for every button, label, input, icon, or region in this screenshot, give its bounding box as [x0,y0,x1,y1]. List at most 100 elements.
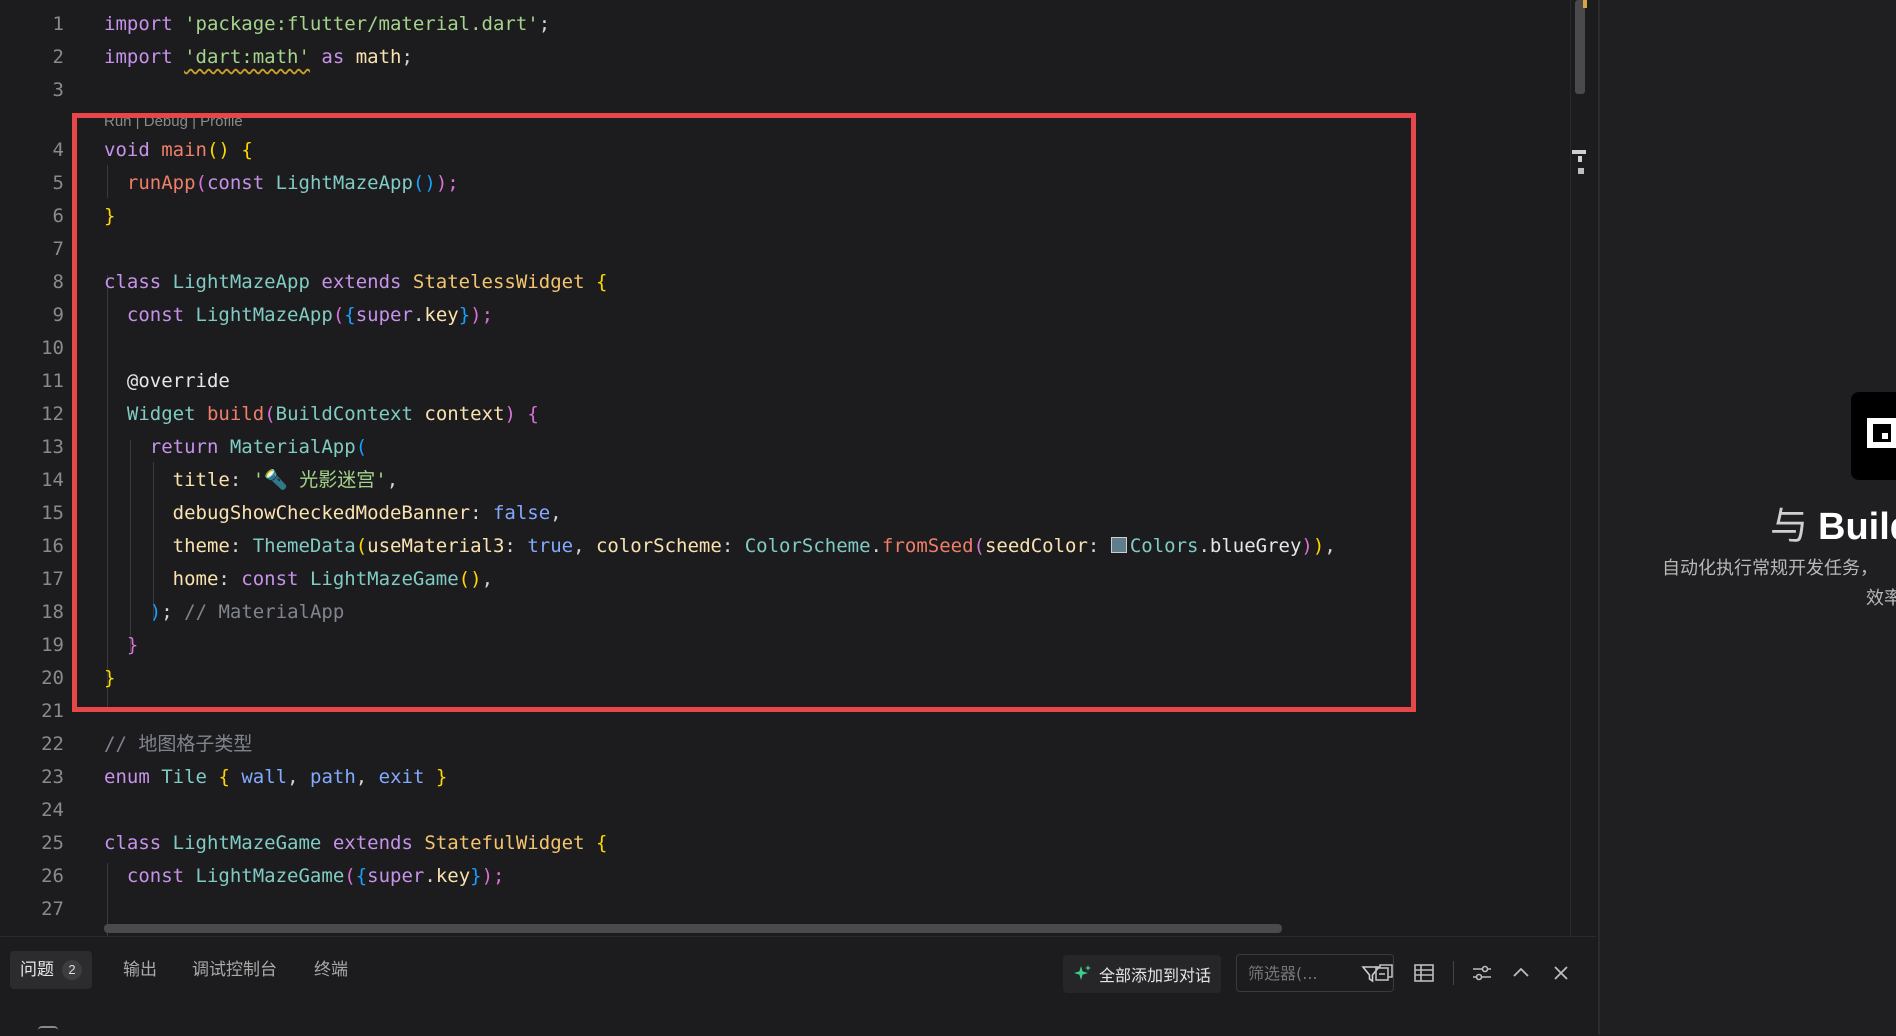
code-text[interactable]: home: const LightMazeGame(), [104,563,493,596]
line-number: 16 [41,535,64,557]
build-logo-icon [1851,392,1896,480]
code-line[interactable]: 5 runApp(const LightMazeApp()); [0,167,1560,200]
close-icon[interactable] [1547,959,1575,987]
add-all-label: 全部添加到对话 [1099,966,1212,985]
code-text[interactable]: const LightMazeApp({super.key}); [104,299,493,332]
code-text[interactable]: const LightMazeGame({super.key}); [104,860,505,893]
line-number: 27 [41,898,64,920]
code-line[interactable]: 25 class LightMazeGame extends StatefulW… [0,827,1560,860]
code-line[interactable]: 8 class LightMazeApp extends StatelessWi… [0,266,1560,299]
code-line[interactable]: 12 Widget build(BuildContext context) { [0,398,1560,431]
code-text[interactable]: runApp(const LightMazeApp()); [104,167,459,200]
color-swatch-icon[interactable] [1110,537,1127,553]
code-text[interactable]: } [104,662,115,695]
code-line[interactable]: 9 const LightMazeApp({super.key}); [0,299,1560,332]
code-line[interactable]: 26 const LightMazeGame({super.key}); [0,860,1560,893]
vertical-scrollbar-track[interactable] [1570,0,1587,936]
problems-count-badge: 2 [62,960,82,980]
line-number: 23 [41,766,64,788]
line-number: 11 [41,370,64,392]
code-line[interactable]: 2 import 'dart:math' as math; [0,41,1560,74]
code-text[interactable]: // 地图格子类型 [104,728,252,761]
code-text[interactable]: theme: ThemeData(useMaterial3: true, col… [104,530,1336,563]
tab-output[interactable]: 输出 [113,951,167,989]
code-text[interactable]: return MaterialApp( [104,431,367,464]
code-line[interactable]: 1 import 'package:flutter/material.dart'… [0,8,1560,41]
code-text[interactable]: @override [104,365,230,398]
collapse-all-icon[interactable] [1370,959,1398,987]
line-number: 6 [52,205,64,227]
code-line[interactable]: 17 home: const LightMazeGame(), [0,563,1560,596]
line-number: 26 [41,865,64,887]
line-number: 13 [41,436,64,458]
code-line[interactable]: 27 [0,893,1560,926]
line-number: 1 [52,13,64,35]
code-text[interactable]: import 'package:flutter/material.dart'; [104,8,550,41]
code-line[interactable]: 22 // 地图格子类型 [0,728,1560,761]
filter-input[interactable] [1246,962,1340,984]
line-number: 17 [41,568,64,590]
line-number: 3 [52,79,64,101]
code-text[interactable]: debugShowCheckedModeBanner: false, [104,497,562,530]
code-line[interactable]: 11 @override [0,365,1560,398]
bottom-panel: 问题 2 输出 调试控制台 终端 全部添加到对话 [0,936,1596,1036]
code-line[interactable]: 24 [0,794,1560,827]
code-line[interactable]: 20 } [0,662,1560,695]
table-view-icon[interactable] [1410,959,1438,987]
sparkle-icon [1074,965,1091,980]
code-line[interactable]: 7 [0,233,1560,266]
line-number: 25 [41,832,64,854]
overview-ruler-marker [1578,156,1582,162]
line-number: 7 [52,238,64,260]
code-text[interactable]: } [104,629,138,662]
code-line[interactable]: 16 theme: ThemeData(useMaterial3: true, … [0,530,1560,563]
code-text[interactable]: class LightMazeApp extends StatelessWidg… [104,266,607,299]
code-line[interactable]: 18 ); // MaterialApp [0,596,1560,629]
codelens-run-debug-profile[interactable]: Run | Debug | Profile [104,113,243,131]
line-number: 2 [52,46,64,68]
code-line[interactable]: 10 [0,332,1560,365]
code-line[interactable]: 6 } [0,200,1560,233]
line-number: 19 [41,634,64,656]
code-line[interactable]: 14 title: '🔦 光影迷宫', [0,464,1560,497]
horizontal-scrollbar-thumb[interactable] [104,924,1282,933]
chevron-up-icon[interactable] [1507,959,1535,987]
code-text[interactable]: } [104,200,115,233]
line-number: 10 [41,337,64,359]
tab-terminal[interactable]: 终端 [304,951,358,989]
line-number: 8 [52,271,64,293]
code-text[interactable]: class LightMazeGame extends StatefulWidg… [104,827,607,860]
build-description-line2: 效率 [1866,588,1896,609]
code-text[interactable]: import 'dart:math' as math; [104,41,413,74]
code-text[interactable]: ); // MaterialApp [104,596,345,629]
line-number: 22 [41,733,64,755]
code-line[interactable]: 19 } [0,629,1560,662]
code-editor[interactable]: 1 import 'package:flutter/material.dart'… [0,0,1596,936]
line-number: 14 [41,469,64,491]
tab-problems[interactable]: 问题 2 [10,951,92,989]
code-text[interactable]: enum Tile { wall, path, exit } [104,761,447,794]
code-text[interactable]: title: '🔦 光影迷宫', [104,464,399,497]
line-number: 15 [41,502,64,524]
add-all-to-chat-button[interactable]: 全部添加到对话 [1063,955,1222,993]
code-line[interactable]: 15 debugShowCheckedModeBanner: false, [0,497,1560,530]
tab-debug-console[interactable]: 调试控制台 [182,951,287,989]
code-line[interactable]: 13 return MaterialApp( [0,431,1560,464]
line-number: 18 [41,601,64,623]
vertical-scrollbar-thumb[interactable] [1575,0,1585,94]
code-line[interactable]: 21 [0,695,1560,728]
code-text[interactable]: void main() { [104,134,253,167]
line-number: 21 [41,700,64,722]
line-number: 4 [52,139,64,161]
problems-list-item-edge [38,1026,58,1034]
settings-sliders-icon[interactable] [1468,959,1496,987]
code-line[interactable]: 4 void main() { [0,134,1560,167]
code-line[interactable]: 23 enum Tile { wall, path, exit } [0,761,1560,794]
line-number: 20 [41,667,64,689]
code-text[interactable]: Widget build(BuildContext context) { [104,398,539,431]
line-number: 24 [41,799,64,821]
overview-ruler-marker [1583,0,1587,8]
toolbar-divider [1453,961,1454,985]
code-line[interactable]: 3 [0,74,1560,107]
overview-ruler-marker [1578,168,1584,174]
